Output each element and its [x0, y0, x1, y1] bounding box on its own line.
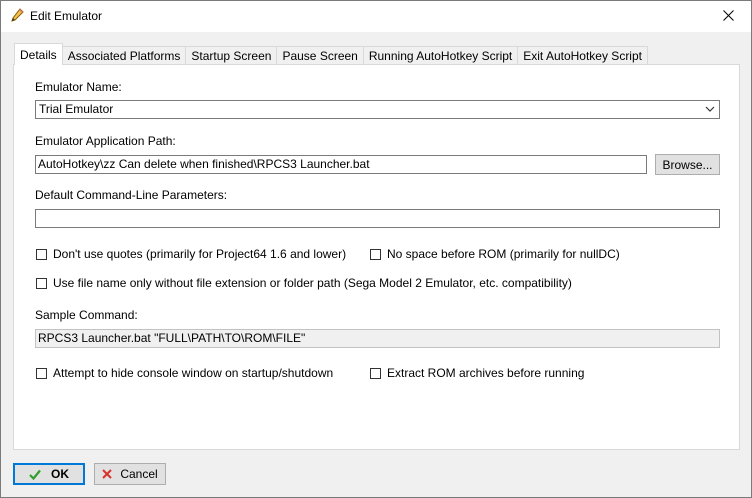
chevron-down-icon[interactable] — [703, 102, 717, 117]
tab-exit-autohotkey-script[interactable]: Exit AutoHotkey Script — [517, 46, 648, 65]
sample-command-label: Sample Command: — [35, 308, 138, 322]
hide-console-checkbox[interactable]: Attempt to hide console window on startu… — [36, 366, 333, 380]
app-path-label: Emulator Application Path: — [35, 134, 176, 148]
tab-pause-screen[interactable]: Pause Screen — [276, 46, 364, 65]
emulator-name-label: Emulator Name: — [35, 80, 122, 94]
checkbox-box[interactable] — [36, 248, 47, 260]
hide-console-label: Attempt to hide console window on startu… — [53, 366, 334, 380]
app-path-input[interactable]: AutoHotkey\zz Can delete when finished\R… — [35, 155, 647, 174]
tab-details[interactable]: Details — [14, 43, 63, 65]
checkbox-box[interactable] — [36, 367, 47, 379]
checkmark-icon — [29, 469, 41, 480]
tab-startup-screen[interactable]: Startup Screen — [185, 46, 278, 65]
no-space-checkbox[interactable]: No space before ROM (primarily for nullD… — [370, 247, 620, 261]
extract-rom-label: Extract ROM archives before running — [387, 366, 585, 380]
ok-button[interactable]: OK — [13, 463, 85, 485]
no-quotes-label: Don't use quotes (primarily for Project6… — [53, 247, 347, 261]
x-icon — [102, 469, 113, 479]
cancel-button[interactable]: Cancel — [94, 463, 166, 485]
file-name-only-checkbox[interactable]: Use file name only without file extensio… — [36, 276, 572, 290]
browse-button[interactable]: Browse... — [655, 154, 720, 175]
checkbox-box[interactable] — [370, 248, 381, 260]
tab-strip: Details Associated Platforms Startup Scr… — [14, 43, 648, 65]
no-space-label: No space before ROM (primarily for nullD… — [387, 247, 620, 261]
title-bar[interactable]: Edit Emulator — [1, 1, 751, 32]
checkbox-box[interactable] — [370, 367, 381, 379]
edit-emulator-dialog: Edit Emulator Details Associated Platfor… — [0, 0, 752, 498]
window-title: Edit Emulator — [30, 9, 103, 23]
extract-rom-checkbox[interactable]: Extract ROM archives before running — [370, 366, 584, 380]
sample-command-field: RPCS3 Launcher.bat "FULL\PATH\TO\ROM\FIL… — [35, 329, 720, 348]
params-label: Default Command-Line Parameters: — [35, 188, 228, 202]
close-button[interactable] — [705, 1, 751, 32]
tab-associated-platforms[interactable]: Associated Platforms — [61, 46, 187, 65]
emulator-name-combobox[interactable]: Trial Emulator — [35, 100, 720, 119]
ok-label: OK — [51, 467, 69, 481]
close-icon — [722, 9, 734, 24]
params-input[interactable] — [35, 209, 720, 228]
cancel-label: Cancel — [120, 467, 158, 481]
file-name-only-label: Use file name only without file extensio… — [53, 276, 572, 290]
emulator-name-value: Trial Emulator — [39, 102, 114, 116]
checkbox-box[interactable] — [36, 277, 47, 289]
no-quotes-checkbox[interactable]: Don't use quotes (primarily for Project6… — [36, 247, 346, 261]
pencil-icon — [10, 8, 24, 24]
details-panel: Emulator Name: Trial Emulator Emulator A… — [13, 64, 740, 450]
tab-running-autohotkey-script[interactable]: Running AutoHotkey Script — [362, 46, 519, 65]
